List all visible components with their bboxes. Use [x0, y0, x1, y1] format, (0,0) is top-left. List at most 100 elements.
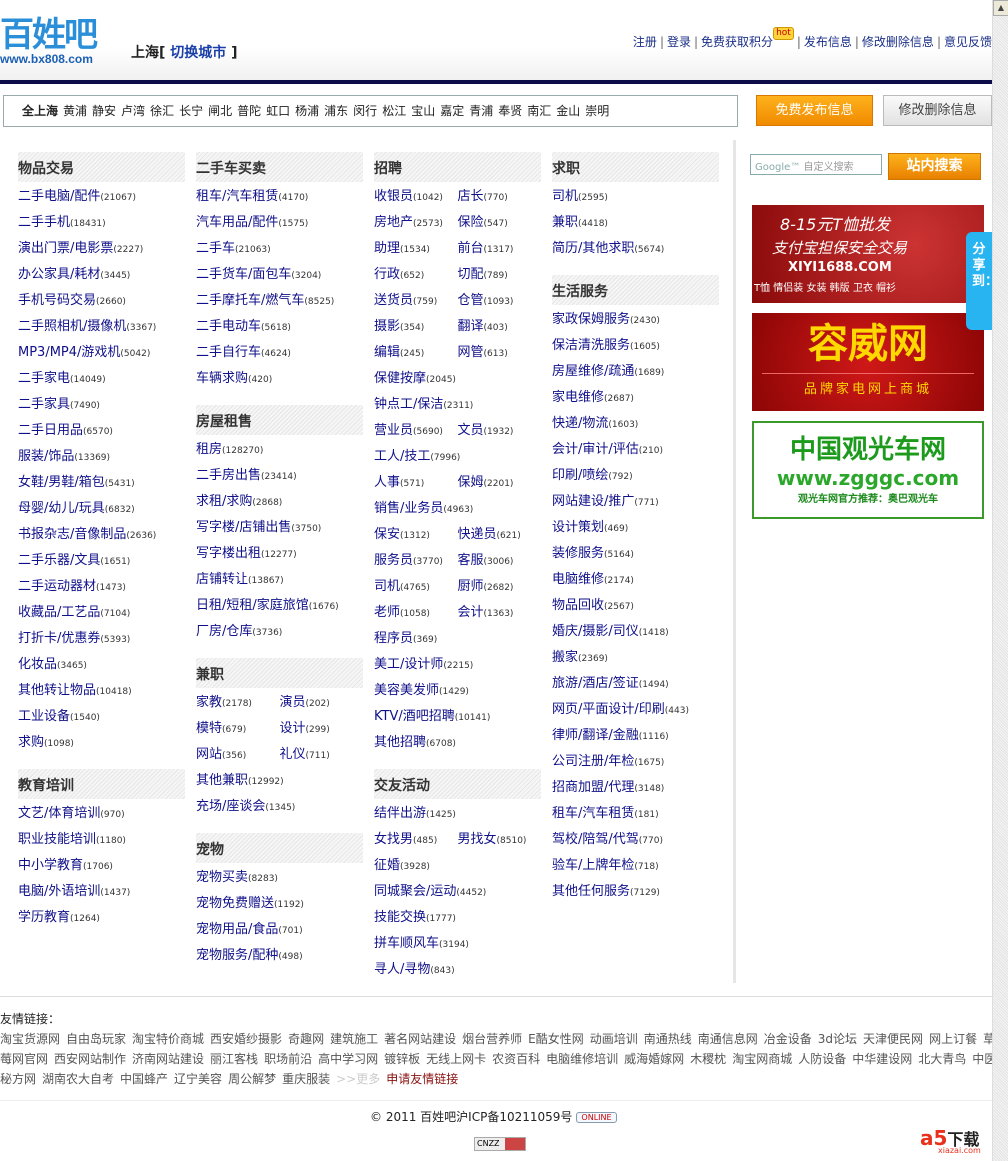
- category-link[interactable]: 女找男(485): [374, 827, 458, 853]
- category-link[interactable]: 二手摩托车/燃气车(8525): [196, 288, 334, 314]
- category-link[interactable]: 其他招聘(6708): [374, 730, 456, 756]
- category-link[interactable]: 汽车用品/配件(1575): [196, 210, 308, 236]
- category-link[interactable]: MP3/MP4/游戏机(5042): [18, 340, 150, 366]
- friend-link[interactable]: 南通信息网: [698, 1032, 758, 1046]
- apply-friend-link[interactable]: 申请友情链接: [386, 1072, 458, 1086]
- friend-link[interactable]: 电脑维修培训: [546, 1052, 618, 1066]
- scroll-up-arrow-icon[interactable]: ▲: [993, 0, 1008, 16]
- friend-link[interactable]: 3d论坛: [818, 1032, 857, 1046]
- category-link[interactable]: 礼仪(711): [280, 742, 364, 768]
- friend-link[interactable]: 草: [983, 1032, 992, 1046]
- category-link[interactable]: 文员(1932): [458, 418, 542, 444]
- friend-link[interactable]: 人防设备: [798, 1052, 846, 1066]
- category-link[interactable]: 同城聚会/运动(4452): [374, 879, 486, 905]
- category-link[interactable]: 宠物免费赠送(1192): [196, 891, 304, 917]
- category-link[interactable]: 司机(4765): [374, 574, 458, 600]
- free-points-link[interactable]: 免费获取积分: [701, 35, 773, 49]
- category-link[interactable]: 工业设备(1540): [18, 704, 100, 730]
- category-link[interactable]: 物品回收(2567): [552, 593, 634, 619]
- more-links[interactable]: >>更多: [336, 1072, 380, 1086]
- category-link[interactable]: 男找女(8510): [458, 827, 542, 853]
- category-link[interactable]: 老师(1058): [374, 600, 458, 626]
- category-link[interactable]: 母婴/幼儿/玩具(6832): [18, 496, 135, 522]
- category-link[interactable]: 编辑(245): [374, 340, 458, 366]
- category-link[interactable]: 助理(1534): [374, 236, 458, 262]
- category-link[interactable]: 店铺转让(13867): [196, 567, 284, 593]
- friend-link[interactable]: 秘方网: [0, 1072, 36, 1086]
- friend-link[interactable]: 西安婚纱摄影: [210, 1032, 282, 1046]
- ad-banner-rongwei[interactable]: 容威网 品牌家电网上商城: [752, 313, 984, 411]
- category-link[interactable]: 模特(679): [196, 716, 280, 742]
- category-link[interactable]: 保姆(2201): [458, 470, 542, 496]
- district-link[interactable]: 虹口: [266, 104, 290, 118]
- friend-link[interactable]: 莓网官网: [0, 1052, 48, 1066]
- category-link[interactable]: 快递/物流(1603): [552, 411, 638, 437]
- free-post-button[interactable]: 免费发布信息: [756, 95, 873, 126]
- category-link[interactable]: 营业员(5690): [374, 418, 458, 444]
- category-link[interactable]: 二手电动车(5618): [196, 314, 291, 340]
- category-link[interactable]: 征婚(3928): [374, 853, 430, 879]
- category-link[interactable]: 摄影(354): [374, 314, 458, 340]
- category-link[interactable]: 保险(547): [458, 210, 542, 236]
- district-link[interactable]: 卢湾: [121, 104, 145, 118]
- category-link[interactable]: 中小学教育(1706): [18, 853, 113, 879]
- friend-link[interactable]: 中医: [972, 1052, 992, 1066]
- category-link[interactable]: 寻人/寻物(843): [374, 957, 455, 983]
- district-link[interactable]: 徐汇: [150, 104, 174, 118]
- friend-link[interactable]: 南通热线: [644, 1032, 692, 1046]
- category-link[interactable]: 宠物用品/食品(701): [196, 917, 303, 943]
- category-link[interactable]: 手机号码交易(2660): [18, 288, 126, 314]
- category-link[interactable]: 书报杂志/音像制品(2636): [18, 522, 156, 548]
- category-link[interactable]: 二手家电(14049): [18, 366, 106, 392]
- category-link[interactable]: 印刷/喷绘(792): [552, 463, 633, 489]
- category-link[interactable]: 设计(299): [280, 716, 364, 742]
- friend-link[interactable]: 农资百科: [492, 1052, 540, 1066]
- friend-link[interactable]: 丽江客栈: [210, 1052, 258, 1066]
- category-link[interactable]: 网管(613): [458, 340, 542, 366]
- category-link[interactable]: 店长(770): [458, 184, 542, 210]
- friend-link[interactable]: 自由岛玩家: [66, 1032, 126, 1046]
- friend-link[interactable]: 西安网站制作: [54, 1052, 126, 1066]
- district-link[interactable]: 松江: [382, 104, 406, 118]
- category-link[interactable]: 翻译(403): [458, 314, 542, 340]
- category-link[interactable]: 装修服务(5164): [552, 541, 634, 567]
- category-link[interactable]: 其他任何服务(7129): [552, 879, 660, 905]
- post-info-link[interactable]: 发布信息: [804, 35, 852, 49]
- district-link[interactable]: 普陀: [237, 104, 261, 118]
- category-link[interactable]: 二手运动器材(1473): [18, 574, 126, 600]
- switch-city-link[interactable]: 切换城市: [170, 45, 226, 61]
- category-link[interactable]: 结伴出游(1425): [374, 801, 456, 827]
- ad-banner-sightseeing-car[interactable]: 中国观光车网 www.zgggc.com 观光车网官方推荐：奥巴观光车: [752, 421, 984, 519]
- friend-link[interactable]: 淘宝网商城: [732, 1052, 792, 1066]
- category-link[interactable]: 送货员(759): [374, 288, 458, 314]
- district-link[interactable]: 浦东: [324, 104, 348, 118]
- category-link[interactable]: 公司注册/年检(1675): [552, 749, 664, 775]
- category-link[interactable]: 文艺/体育培训(970): [18, 801, 125, 827]
- district-link[interactable]: 奉贤: [498, 104, 522, 118]
- category-link[interactable]: 收银员(1042): [374, 184, 458, 210]
- category-link[interactable]: 搬家(2369): [552, 645, 608, 671]
- friend-link[interactable]: 高中学习网: [318, 1052, 378, 1066]
- category-link[interactable]: 化妆品(3465): [18, 652, 87, 678]
- district-link[interactable]: 嘉定: [440, 104, 464, 118]
- category-link[interactable]: 二手货车/面包车(3204): [196, 262, 321, 288]
- friend-link[interactable]: 镀锌板: [384, 1052, 420, 1066]
- category-link[interactable]: 钟点工/保洁(2311): [374, 392, 473, 418]
- category-link[interactable]: 二手自行车(4624): [196, 340, 291, 366]
- category-link[interactable]: 二手日用品(6570): [18, 418, 113, 444]
- friend-link[interactable]: E酷女性网: [528, 1032, 584, 1046]
- category-link[interactable]: 网站建设/推广(771): [552, 489, 659, 515]
- category-link[interactable]: 驾校/陪驾/代驾(770): [552, 827, 663, 853]
- friend-link[interactable]: 周公解梦: [228, 1072, 276, 1086]
- login-link[interactable]: 登录: [667, 35, 691, 49]
- category-link[interactable]: 客服(3006): [458, 548, 542, 574]
- category-link[interactable]: 房地产(2573): [374, 210, 458, 236]
- category-link[interactable]: 演员(202): [280, 690, 364, 716]
- category-link[interactable]: 简历/其他求职(5674): [552, 236, 664, 262]
- friend-link[interactable]: 湖南农大自考: [42, 1072, 114, 1086]
- category-link[interactable]: 美容美发师(1429): [374, 678, 469, 704]
- category-link[interactable]: 日租/短租/家庭旅馆(1676): [196, 593, 339, 619]
- category-link[interactable]: 旅游/酒店/签证(1494): [552, 671, 669, 697]
- district-link[interactable]: 全上海: [22, 104, 58, 118]
- friend-link[interactable]: 木稷枕: [690, 1052, 726, 1066]
